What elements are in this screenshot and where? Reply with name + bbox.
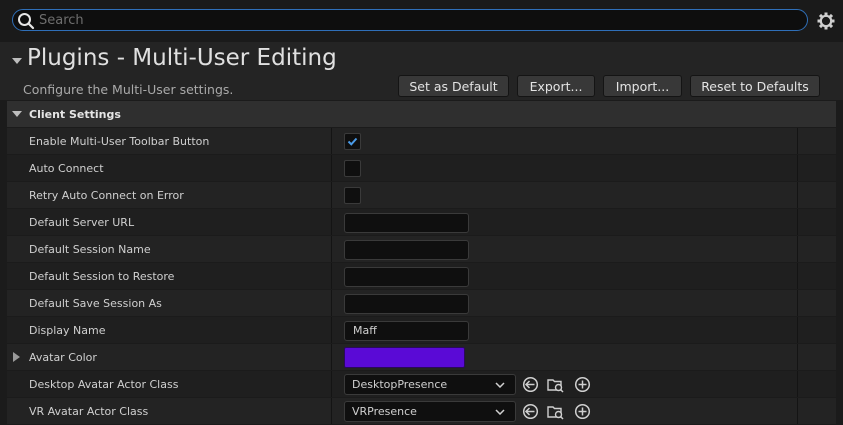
property-label: Desktop Avatar Actor Class: [29, 378, 179, 391]
session-restore-field[interactable]: [344, 267, 469, 287]
clear-icon[interactable]: [574, 376, 591, 393]
property-label: Enable Multi-User Toolbar Button: [29, 135, 210, 148]
page-title: Plugins - Multi-User Editing: [27, 45, 337, 71]
search-box[interactable]: [12, 9, 808, 31]
export-button[interactable]: Export...: [517, 75, 595, 97]
property-label: Default Session to Restore: [29, 270, 175, 283]
collapse-arrow-icon[interactable]: [12, 111, 22, 118]
property-row-avatar-color: Avatar Color: [7, 344, 836, 370]
save-session-as-field[interactable]: [344, 294, 469, 314]
set-as-default-button[interactable]: Set as Default: [398, 75, 509, 97]
display-name-field[interactable]: Maff: [344, 321, 469, 341]
session-name-field[interactable]: [344, 240, 469, 260]
property-label: Retry Auto Connect on Error: [29, 189, 184, 202]
category-client-settings[interactable]: Client Settings: [7, 101, 836, 127]
property-row-save-session-as: Default Save Session As: [7, 290, 836, 316]
server-url-field[interactable]: [344, 213, 469, 233]
property-row-session-restore: Default Session to Restore: [7, 263, 836, 289]
use-selected-icon[interactable]: [522, 376, 539, 393]
property-row-server-url: Default Server URL: [7, 209, 836, 235]
checkmark-icon: [347, 137, 358, 146]
property-row-desktop-avatar: Desktop Avatar Actor Class DesktopPresen…: [7, 371, 836, 397]
desktop-avatar-class-dropdown[interactable]: DesktopPresence: [344, 374, 516, 395]
vr-avatar-class-dropdown[interactable]: VRPresence: [344, 401, 516, 422]
search-input[interactable]: [39, 11, 799, 29]
browse-icon[interactable]: [547, 403, 564, 420]
property-label: Avatar Color: [29, 351, 97, 364]
toolbar-button-checkbox[interactable]: [344, 133, 361, 150]
collapse-arrow-icon[interactable]: [12, 57, 22, 65]
property-row-display-name: Display Name Maff: [7, 317, 836, 343]
property-label: Auto Connect: [29, 162, 104, 175]
property-list: Enable Multi-User Toolbar Button Auto Co…: [7, 128, 836, 425]
search-icon: [18, 13, 35, 30]
property-row-auto-connect: Auto Connect: [7, 155, 836, 181]
use-selected-icon[interactable]: [522, 403, 539, 420]
import-button[interactable]: Import...: [603, 75, 682, 97]
clear-icon[interactable]: [574, 403, 591, 420]
chevron-down-icon: [495, 382, 505, 388]
chevron-down-icon: [495, 409, 505, 415]
reset-to-defaults-button[interactable]: Reset to Defaults: [690, 75, 820, 97]
property-label: Display Name: [29, 324, 106, 337]
avatar-color-swatch[interactable]: [344, 347, 465, 368]
property-label: Default Session Name: [29, 243, 151, 256]
category-label: Client Settings: [29, 108, 121, 121]
gear-icon[interactable]: [817, 12, 835, 30]
dropdown-value: DesktopPresence: [352, 378, 448, 391]
page-subtitle: Configure the Multi-User settings.: [23, 82, 234, 97]
property-row-vr-avatar: VR Avatar Actor Class VRPresence: [7, 398, 836, 424]
property-row-retry-auto-connect: Retry Auto Connect on Error: [7, 182, 836, 208]
dropdown-value: VRPresence: [352, 405, 417, 418]
property-label: Default Save Session As: [29, 297, 162, 310]
expand-arrow-icon[interactable]: [13, 352, 20, 362]
top-bar: [0, 0, 843, 42]
property-row-session-name: Default Session Name: [7, 236, 836, 262]
property-label: Default Server URL: [29, 216, 135, 229]
retry-auto-connect-checkbox[interactable]: [344, 187, 361, 204]
property-label: VR Avatar Actor Class: [29, 405, 149, 418]
property-row-toolbar-button: Enable Multi-User Toolbar Button: [7, 128, 836, 154]
auto-connect-checkbox[interactable]: [344, 160, 361, 177]
browse-icon[interactable]: [547, 376, 564, 393]
